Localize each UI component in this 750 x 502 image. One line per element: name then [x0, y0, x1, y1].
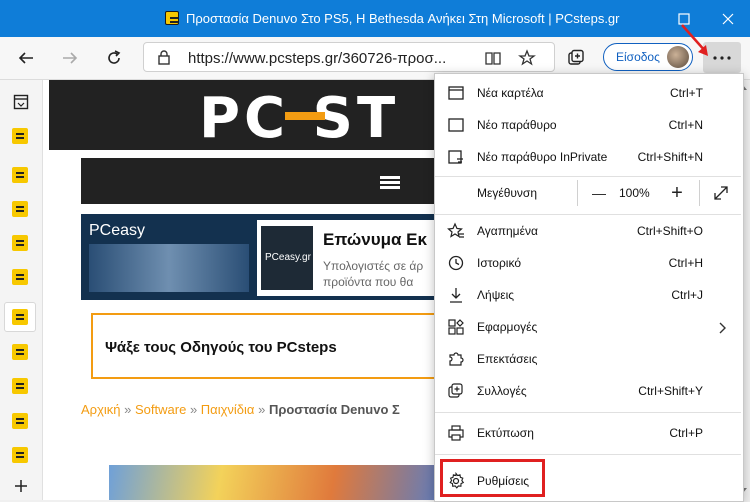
guides-search-box[interactable]: Ψάξε τους Οδηγούς του PCsteps	[91, 313, 443, 379]
favorites-icon	[447, 222, 464, 238]
refresh-icon	[108, 50, 121, 64]
breadcrumb-software[interactable]: Software	[135, 402, 186, 417]
breadcrumb: Αρχική » Software » Παιχνίδια » Προστασί…	[81, 402, 400, 417]
tab-pcsteps-icon[interactable]	[12, 344, 28, 360]
logo-accent	[285, 112, 325, 120]
web-page-content: PC ST PCeasy PCeasy.gr Επώνυμα Εκ Υπολογ…	[43, 80, 443, 500]
banner-mini-logo: PCeasy.gr	[261, 226, 313, 290]
guides-text: Ψάξε τους Οδηγούς του PCsteps	[105, 339, 337, 356]
tab-pcsteps-icon[interactable]	[12, 128, 28, 144]
settings-highlight-box	[440, 459, 545, 497]
menu-item-new-window[interactable]: Νέο παράθυρο Ctrl+N	[435, 110, 741, 140]
fullscreen-button[interactable]	[707, 180, 735, 206]
menu-item-collections[interactable]: Συλλογές Ctrl+Shift+Y	[435, 376, 741, 406]
collections-icon	[448, 383, 463, 398]
window-title: Προστασία Denuvo Στο PS5, Η Bethesda Ανή…	[186, 11, 620, 26]
menu-item-new-tab[interactable]: Νέα καρτέλα Ctrl+T	[435, 78, 741, 108]
fullscreen-icon	[714, 186, 728, 200]
lock-icon	[158, 50, 170, 65]
banner-products-image	[89, 244, 249, 292]
menu-item-downloads[interactable]: Λήψεις Ctrl+J	[435, 280, 741, 310]
ad-banner[interactable]: PCeasy PCeasy.gr Επώνυμα Εκ Υπολογιστές …	[81, 214, 441, 300]
new-tab-plus-icon[interactable]	[13, 478, 29, 494]
forward-arrow-icon	[63, 52, 78, 64]
annotation-arrow-icon	[681, 24, 708, 56]
breadcrumb-home[interactable]: Αρχική	[81, 402, 121, 417]
tab-pcsteps-icon[interactable]	[12, 378, 28, 394]
zoom-row: Μεγέθυνση — 100% +	[435, 174, 741, 212]
menu-item-apps[interactable]: Εφαρμογές	[435, 312, 741, 342]
banner-brand: PCeasy	[89, 222, 146, 239]
tab-pcsteps-icon[interactable]	[12, 167, 28, 183]
zoom-label: Μεγέθυνση	[477, 186, 538, 200]
downloads-icon	[450, 288, 462, 303]
tab-pcsteps-icon[interactable]	[12, 201, 28, 217]
banner-card: PCeasy.gr Επώνυμα Εκ Υπολογιστές σε άρ πρ…	[257, 220, 441, 296]
tab-pcsteps-icon[interactable]	[12, 269, 28, 285]
collections-button[interactable]	[560, 42, 592, 74]
new-tab-icon	[448, 86, 464, 100]
refresh-button[interactable]	[98, 42, 130, 74]
back-button[interactable]	[10, 42, 42, 74]
history-icon	[448, 255, 464, 271]
site-favicon-icon	[165, 11, 179, 25]
tab-pcsteps-icon-active[interactable]	[12, 309, 28, 325]
zoom-in-button[interactable]: +	[663, 180, 691, 206]
print-icon	[448, 425, 464, 441]
tab-actions-icon[interactable]	[13, 94, 29, 110]
menu-item-inprivate[interactable]: Νέο παράθυρο InPrivate Ctrl+Shift+N	[435, 142, 741, 172]
new-window-icon	[448, 118, 464, 132]
signin-label: Είσοδος	[616, 50, 660, 64]
tab-pcsteps-icon[interactable]	[12, 413, 28, 429]
site-header: PC ST	[49, 80, 439, 151]
breadcrumb-current: Προστασία Denuvo Σ	[268, 402, 400, 417]
banner-subtext: Υπολογιστές σε άρ προϊόντα που θα	[323, 259, 424, 289]
extensions-icon	[449, 352, 464, 366]
breadcrumb-games[interactable]: Παιχνίδια	[201, 402, 255, 417]
menu-item-print[interactable]: Εκτύπωση Ctrl+P	[435, 418, 741, 448]
vertical-tabs-sidebar	[0, 80, 43, 500]
menu-item-favorites[interactable]: Αγαπημένα Ctrl+Shift+O	[435, 216, 741, 246]
settings-and-more-menu: Νέα καρτέλα Ctrl+T Νέο παράθυρο Ctrl+N Νέο…	[434, 73, 744, 502]
chevron-right-icon	[719, 322, 726, 334]
inprivate-icon	[448, 150, 463, 164]
immersive-reader-icon	[485, 52, 501, 65]
close-icon	[722, 13, 734, 24]
tab-pcsteps-icon[interactable]	[12, 447, 28, 463]
back-arrow-icon	[18, 52, 33, 64]
menu-item-history[interactable]: Ιστορικό Ctrl+H	[435, 248, 741, 278]
collections-icon	[568, 49, 584, 65]
hamburger-menu-icon[interactable]	[380, 176, 400, 190]
apps-icon	[448, 319, 464, 335]
add-favorite-icon	[518, 49, 536, 66]
address-bar[interactable]: https://www.pcsteps.gr/360726-προσ...	[143, 42, 555, 72]
zoom-out-button[interactable]: —	[585, 180, 613, 206]
article-hero-image	[109, 465, 443, 500]
zoom-value: 100%	[619, 186, 650, 200]
url-text[interactable]: https://www.pcsteps.gr/360726-προσ...	[188, 50, 488, 67]
tab-pcsteps-icon[interactable]	[12, 235, 28, 251]
banner-heading: Επώνυμα Εκ	[323, 230, 427, 249]
menu-item-extensions[interactable]: Επεκτάσεις	[435, 344, 741, 374]
title-bar: Προστασία Denuvo Στο PS5, Η Bethesda Ανή…	[0, 0, 750, 37]
forward-button[interactable]	[54, 42, 86, 74]
